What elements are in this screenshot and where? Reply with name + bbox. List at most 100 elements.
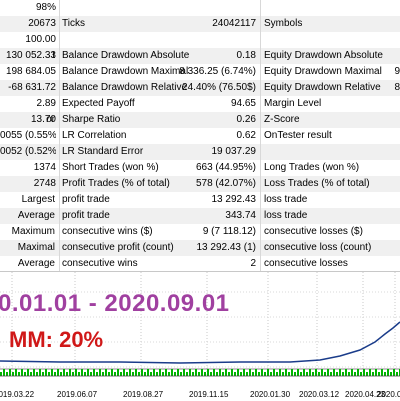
- volume-bar: [210, 372, 212, 376]
- report-row: 98%: [0, 0, 400, 16]
- cell-d: [160, 32, 256, 48]
- cell-b: 20673: [28, 18, 56, 29]
- volume-bar: [267, 369, 269, 376]
- volume-bar: [192, 372, 194, 376]
- volume-bar: [363, 369, 365, 376]
- cell-f: [384, 96, 400, 112]
- cell-f: [384, 160, 400, 176]
- column-separator: [59, 256, 60, 271]
- volume-bar: [270, 372, 272, 376]
- report-row: 20673 Ticks 24042117 Symbols: [0, 16, 400, 32]
- volume-bar: [183, 369, 185, 376]
- volume-bar: [57, 369, 59, 376]
- cell-f: [384, 32, 400, 48]
- volume-bar: [294, 372, 296, 376]
- volume-bar: [45, 369, 47, 376]
- cell-d: 0.18: [236, 50, 256, 61]
- volume-bar: [54, 372, 56, 376]
- report-row: -68 631.72 Balance Drawdown Relative 24.40…: [0, 80, 400, 96]
- volume-bar: [111, 369, 113, 376]
- volume-bar: [48, 372, 50, 376]
- volume-bar: [102, 372, 104, 376]
- volume-bar: [381, 369, 383, 376]
- volume-bar: [195, 369, 197, 376]
- report-row: Average consecutive wins 2 consecutive loss…: [0, 256, 400, 271]
- column-separator: [59, 176, 60, 192]
- volume-bar: [324, 372, 326, 376]
- volume-bar: [300, 372, 302, 376]
- cell-e: consecutive losses: [264, 258, 348, 269]
- volume-bar: [360, 372, 362, 376]
- cell-b: [0, 192, 56, 208]
- volume-bar: [72, 372, 74, 376]
- cell-e: Equity Drawdown Maximal: [264, 66, 382, 77]
- volume-bar: [375, 369, 377, 376]
- report-table: 98% 20673 Ticks 24042117 Symbols 100.00 t 130 0…: [0, 0, 400, 271]
- volume-bar: [351, 369, 353, 376]
- cell-b: [0, 256, 56, 271]
- volume-bar: [3, 369, 5, 376]
- volume-bar: [312, 372, 314, 376]
- cell-e: Equity Drawdown Relative: [264, 82, 381, 93]
- volume-bar: [396, 372, 398, 376]
- volume-bar: [66, 372, 68, 376]
- cell-d: 9 (7 118.12): [202, 226, 256, 237]
- volume-bar: [378, 372, 380, 376]
- volume-bar: [315, 369, 317, 376]
- volume-bar: [150, 372, 152, 376]
- cell-d: 24042117: [212, 18, 256, 29]
- cell-e: loss trade: [264, 194, 308, 205]
- cell-d: 0.26: [236, 114, 256, 125]
- report-row: 2.89 Expected Payoff 94.65 Margin Level: [0, 96, 400, 112]
- volume-bar: [33, 369, 35, 376]
- cell-b: 2.89: [36, 98, 56, 109]
- cell-e: [264, 0, 384, 16]
- report-row: 0052 (0.52%) LR Standard Error 19 037.29: [0, 144, 400, 160]
- volume-bar: [231, 369, 233, 376]
- volume-bar: [6, 372, 8, 376]
- volume-bar: [228, 372, 230, 376]
- volume-bar: [258, 372, 260, 376]
- volume-bar: [276, 372, 278, 376]
- volume-bar: [78, 372, 80, 376]
- volume-bar: [321, 369, 323, 376]
- cell-e: [264, 144, 384, 160]
- volume-bar: [168, 372, 170, 376]
- cell-e: Long Trades (won %): [264, 162, 360, 173]
- cell-d: 94.65: [230, 98, 256, 109]
- volume-bar: [369, 369, 371, 376]
- volume-bar: [261, 369, 263, 376]
- volume-bar: [330, 372, 332, 376]
- volume-bar: [309, 369, 311, 376]
- volume-bar: [387, 369, 389, 376]
- volume-bar: [279, 369, 281, 376]
- volume-bar: [219, 369, 221, 376]
- column-separator: [59, 64, 60, 80]
- cell-d: 578 (42.07%): [195, 178, 256, 189]
- volume-bar: [237, 369, 239, 376]
- cell-b: 2748: [33, 178, 56, 189]
- volume-bar: [213, 369, 215, 376]
- cell-d: 0.62: [236, 130, 256, 141]
- cell-b: 13.70: [30, 114, 56, 125]
- volume-bar: [63, 369, 65, 376]
- volume-bar: [162, 372, 164, 376]
- volume-bar: [27, 369, 29, 376]
- report-row: 2748 Profit Trades (% of total) 578 (42.07…: [0, 176, 400, 192]
- cell-e: Symbols: [264, 18, 303, 29]
- volume-bar: [141, 369, 143, 376]
- volume-bar: [333, 369, 335, 376]
- cell-b: [0, 224, 56, 240]
- volume-bar: [144, 372, 146, 376]
- cell-e: [264, 32, 384, 48]
- cell-f: [384, 48, 400, 64]
- volume-bar: [138, 372, 140, 376]
- volume-bar: [255, 369, 257, 376]
- volume-bar: [345, 369, 347, 376]
- column-separator: [59, 112, 60, 128]
- report-row: t 130 052.33 Balance Drawdown Absolute 0.18…: [0, 48, 400, 64]
- volume-bar: [117, 369, 119, 376]
- cell-b: 98%: [35, 2, 56, 13]
- column-separator: [59, 0, 60, 16]
- volume-bar: [327, 369, 329, 376]
